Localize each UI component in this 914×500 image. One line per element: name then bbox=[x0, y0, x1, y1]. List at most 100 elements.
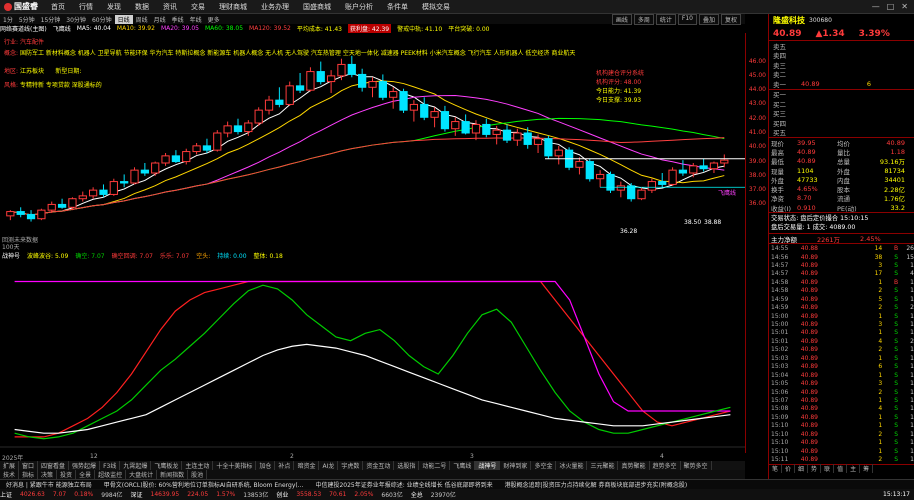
category-tab-2[interactable]: 决策 bbox=[38, 470, 58, 479]
indicator-tab-7[interactable]: 主连主动 bbox=[182, 461, 214, 470]
side-tab-0[interactable]: 笔 bbox=[769, 464, 783, 474]
indicator-tab-4[interactable]: F3线 bbox=[100, 461, 121, 470]
indicator-tab-3[interactable]: 强势起爆 bbox=[69, 461, 101, 470]
menu-item-2[interactable]: 发现 bbox=[100, 2, 128, 12]
ask-row-2[interactable]: 卖三 bbox=[769, 60, 914, 70]
indicator-tab-23[interactable]: 真势聚能 bbox=[618, 461, 650, 470]
indicator-tab-24[interactable]: 趋势多空 bbox=[650, 461, 681, 470]
period-tab-0[interactable]: 1分 bbox=[0, 15, 16, 24]
indicator-tab-2[interactable]: 四窗看盘 bbox=[38, 461, 70, 470]
news-item-0[interactable]: 好消息 | 紧跟牛市 能源独立布局 bbox=[0, 480, 98, 489]
indicator-tab-20[interactable]: 多空金 bbox=[531, 461, 557, 470]
ask-row-0[interactable]: 卖五 bbox=[769, 41, 914, 51]
indicator-tab-9[interactable]: 加仓 bbox=[256, 461, 276, 470]
indicator-tab-10[interactable]: 补点 bbox=[275, 461, 295, 470]
bid-row-1[interactable]: 买二 bbox=[769, 99, 914, 109]
tool-button-1[interactable]: 多周 bbox=[633, 13, 654, 25]
period-tab-4[interactable]: 60分钟 bbox=[89, 15, 115, 24]
menu-item-3[interactable]: 数据 bbox=[128, 2, 156, 12]
news-item-1[interactable]: 甲骨文(ORCL)股价: 60%营利地位订单指标AI自研系统, Bloom En… bbox=[98, 480, 310, 489]
indicator-tab-13[interactable]: 宇虎数 bbox=[338, 461, 364, 470]
indicator-tab-11[interactable]: 暗资金 bbox=[294, 461, 320, 470]
side-tab-3[interactable]: 势 bbox=[808, 464, 822, 474]
ask-row-3[interactable]: 卖二 bbox=[769, 70, 914, 79]
side-tab-2[interactable]: 细 bbox=[795, 464, 809, 474]
tool-button-3[interactable]: F10 bbox=[677, 13, 697, 25]
kline-chart[interactable]: 行业: 汽车配件 概念: 国防军工 新材料概念 机器人 卫星导航 节能环保 华为… bbox=[0, 33, 745, 235]
news-item-3[interactable]: 港股概念追踪|投资压力点持续化解 券商板块底部进步充实(附概念股) bbox=[499, 480, 694, 489]
news-item-2[interactable]: 中信建投2025年证券业年报综述: 业绩全线增长 低谷底部即将到来 bbox=[309, 480, 498, 489]
menu-item-1[interactable]: 行情 bbox=[72, 2, 100, 12]
bid-row-4[interactable]: 买五 bbox=[769, 128, 914, 137]
menu-item-4[interactable]: 资讯 bbox=[156, 2, 184, 12]
ask-row-1[interactable]: 卖四 bbox=[769, 51, 914, 60]
side-tab-7[interactable]: 筹 bbox=[860, 464, 874, 474]
menu-item-11[interactable]: 模拟交易 bbox=[415, 2, 457, 12]
period-tab-6[interactable]: 周线 bbox=[133, 15, 151, 24]
indicator-title[interactable]: 网络赛道线(主图) bbox=[0, 24, 47, 33]
oscillator-chart[interactable] bbox=[0, 253, 745, 453]
tool-button-0[interactable]: 画线 bbox=[611, 13, 632, 25]
price-change: ▲1.34 bbox=[815, 28, 845, 39]
side-tab-1[interactable]: 价 bbox=[782, 464, 796, 474]
menu-item-9[interactable]: 账户分析 bbox=[338, 2, 380, 12]
category-tab-4[interactable]: 全景 bbox=[76, 470, 96, 479]
period-tab-2[interactable]: 15分钟 bbox=[38, 15, 64, 24]
side-tab-5[interactable]: 值 bbox=[834, 464, 848, 474]
menu-item-8[interactable]: 国盛商城 bbox=[296, 2, 338, 12]
category-tab-0[interactable]: 技术 bbox=[0, 470, 20, 479]
candle-body-30 bbox=[316, 71, 325, 83]
indicator-tab-15[interactable]: 选股指 bbox=[394, 461, 420, 470]
period-tab-8[interactable]: 季线 bbox=[169, 15, 187, 24]
category-tab-8[interactable]: 股池 bbox=[188, 470, 208, 479]
maximize-icon[interactable]: □ bbox=[887, 2, 895, 11]
indicator-tab-21[interactable]: 冰火量能 bbox=[556, 461, 588, 470]
side-tab-4[interactable]: 联 bbox=[821, 464, 835, 474]
sh-label[interactable]: 上证 bbox=[0, 490, 12, 499]
period-tab-10[interactable]: 更多 bbox=[205, 15, 223, 24]
menu-item-6[interactable]: 理财商城 bbox=[212, 2, 254, 12]
indicator-tab-0[interactable]: 扩展 bbox=[0, 461, 20, 470]
side-tab-6[interactable]: 主 bbox=[847, 464, 861, 474]
period-tab-7[interactable]: 月线 bbox=[151, 15, 169, 24]
category-tab-3[interactable]: 投资 bbox=[57, 470, 77, 479]
period-tab-5[interactable]: 日线 bbox=[114, 14, 133, 24]
indicator-tab-17[interactable]: 飞鹰线 bbox=[450, 461, 476, 470]
cyb-label[interactable]: 创业 bbox=[276, 490, 288, 499]
category-tab-5[interactable]: 超级监控 bbox=[95, 470, 127, 479]
indicator-tab-6[interactable]: 飞鹰板龙 bbox=[151, 461, 183, 470]
sz-label[interactable]: 深证 bbox=[131, 490, 143, 499]
menu-item-5[interactable]: 交易 bbox=[184, 2, 212, 12]
indicator-tab-8[interactable]: 十全十美指标 bbox=[213, 461, 257, 470]
menu-item-10[interactable]: 条件单 bbox=[380, 2, 415, 12]
tool-button-2[interactable]: 统计 bbox=[655, 13, 676, 25]
menu-item-0[interactable]: 首页 bbox=[44, 2, 72, 12]
indicator-tab-12[interactable]: AI龙 bbox=[319, 461, 339, 470]
menu-item-7[interactable]: 业务办理 bbox=[254, 2, 296, 12]
category-tab-1[interactable]: 指标 bbox=[19, 470, 39, 479]
period-tab-9[interactable]: 年线 bbox=[187, 15, 205, 24]
close-icon[interactable]: ✕ bbox=[901, 2, 908, 11]
indicator-tab-5[interactable]: 九霄起爆 bbox=[120, 461, 152, 470]
indicator-tab-18[interactable]: 战神号 bbox=[475, 461, 501, 470]
indicator-tab-1[interactable]: 窗口 bbox=[19, 461, 39, 470]
period-tab-3[interactable]: 30分钟 bbox=[63, 15, 89, 24]
tool-button-5[interactable]: 复权 bbox=[720, 13, 741, 25]
stock-name[interactable]: 隆盛科技 bbox=[773, 15, 805, 26]
tick-trades[interactable]: 14:55 40.88 14 B 26 14:56 40.89 38 S 15 14:57 40.89… bbox=[769, 243, 914, 463]
category-tab-7[interactable]: 新闻指数 bbox=[157, 470, 189, 479]
indicator-tab-16[interactable]: 动能二号 bbox=[419, 461, 451, 470]
indicator-tab-19[interactable]: 财神到家 bbox=[500, 461, 532, 470]
ask-row-4[interactable]: 卖一 40.89 6 bbox=[769, 79, 914, 89]
category-tab-6[interactable]: 大盘统计 bbox=[126, 470, 158, 479]
minimize-icon[interactable]: — bbox=[872, 2, 880, 11]
tool-button-4[interactable]: 叠加 bbox=[698, 13, 719, 25]
bid-row-0[interactable]: 买一 bbox=[769, 90, 914, 99]
bid-row-2[interactable]: 买三 bbox=[769, 109, 914, 118]
period-tab-1[interactable]: 5分钟 bbox=[16, 15, 38, 24]
app-logo[interactable]: 国盛睿 bbox=[0, 1, 44, 12]
indicator-tab-14[interactable]: 资金互动 bbox=[363, 461, 395, 470]
indicator-tab-25[interactable]: 聚势多空 bbox=[681, 461, 712, 470]
indicator-tab-22[interactable]: 三元聚能 bbox=[587, 461, 619, 470]
bid-row-3[interactable]: 买四 bbox=[769, 118, 914, 128]
